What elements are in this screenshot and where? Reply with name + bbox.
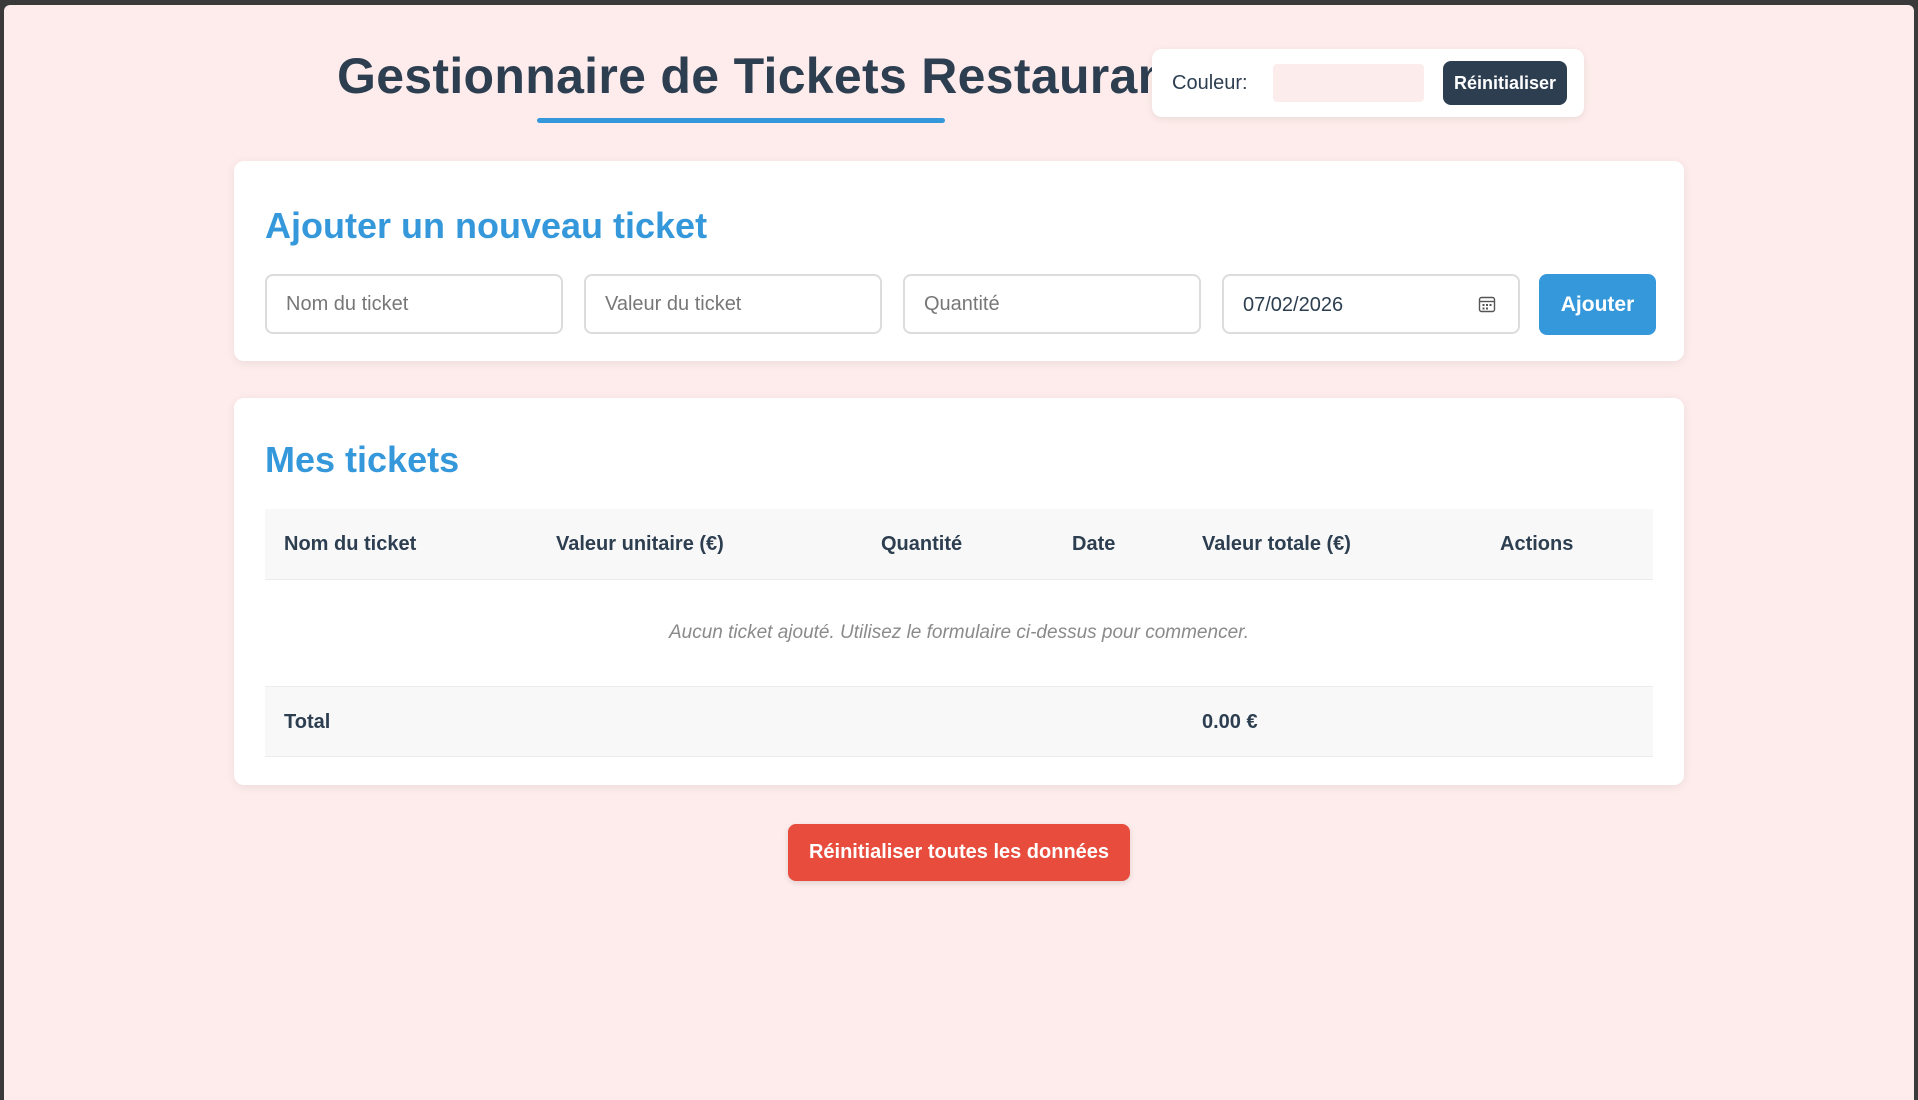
tickets-card: Mes tickets Nom du ticket Valeur unitair… [234,398,1684,785]
tickets-title: Mes tickets [265,439,460,480]
column-header-total-value: Valeur totale (€) [1202,533,1351,555]
title-underline [537,118,945,123]
table-header: Nom du ticket Valeur unitaire (€) Quanti… [265,509,1653,580]
app-window: Gestionnaire de Tickets Restaurant Coule… [4,5,1914,1100]
calendar-icon[interactable] [1478,295,1496,318]
total-row: Total 0.00 € [265,687,1653,757]
ticket-name-input[interactable] [265,274,563,334]
column-header-unit-value: Valeur unitaire (€) [556,533,724,555]
column-header-actions: Actions [1500,533,1574,555]
total-label: Total [284,711,331,733]
page-title: Gestionnaire de Tickets Restaurant [337,48,1186,104]
color-reset-button[interactable]: Réinitialiser [1443,61,1567,105]
color-picker-widget: Couleur: Réinitialiser [1152,49,1584,117]
ticket-quantity-input[interactable] [903,274,1201,334]
ticket-date-input[interactable]: 07/02/2026 [1222,274,1520,334]
tickets-table: Nom du ticket Valeur unitaire (€) Quanti… [265,509,1653,757]
ticket-value-input[interactable] [584,274,882,334]
color-label: Couleur: [1172,72,1248,94]
column-header-quantity: Quantité [881,533,963,555]
column-header-date: Date [1072,533,1116,555]
empty-message: Aucun ticket ajouté. Utilisez le formula… [668,622,1250,643]
empty-table-row: Aucun ticket ajouté. Utilisez le formula… [265,580,1653,687]
column-header-name: Nom du ticket [284,533,417,555]
reset-all-data-button[interactable]: Réinitialiser toutes les données [788,824,1130,881]
total-value: 0.00 € [1202,711,1258,733]
date-value: 07/02/2026 [1243,294,1344,316]
color-swatch-input[interactable] [1273,64,1424,102]
add-ticket-button[interactable]: Ajouter [1539,274,1656,335]
add-ticket-card: Ajouter un nouveau ticket 07/02/2026 Ajo… [234,161,1684,361]
add-ticket-title: Ajouter un nouveau ticket [265,205,708,246]
